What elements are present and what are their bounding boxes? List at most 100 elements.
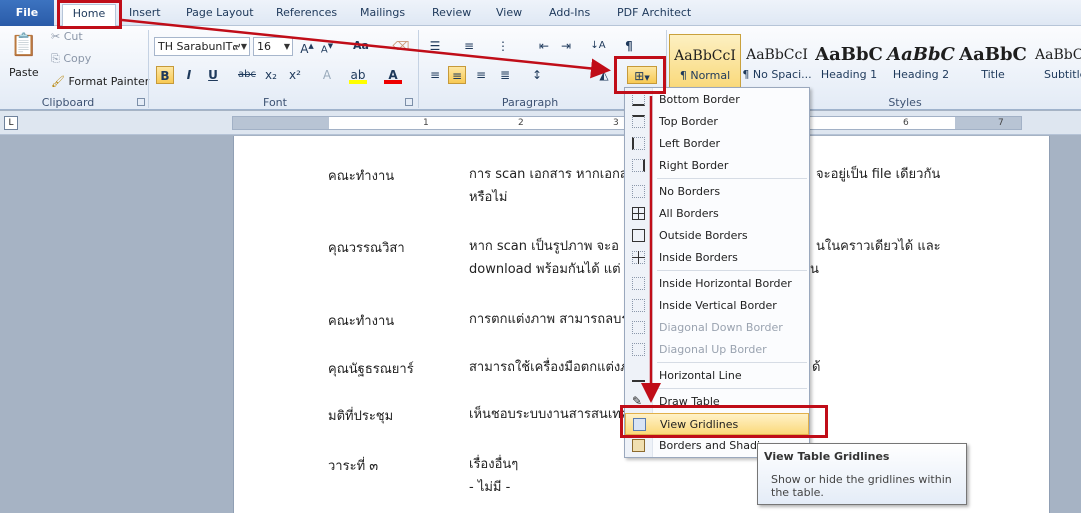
- change-case-icon[interactable]: Aa: [352, 37, 370, 55]
- menu-item-inside-vertical-border[interactable]: Inside Vertical Border: [625, 295, 809, 317]
- align-center-icon[interactable]: ≡: [448, 66, 466, 84]
- style-name: ¶ No Spaci...: [742, 68, 812, 81]
- style-sample: AaBbC: [887, 44, 955, 65]
- menu-item-inside-borders[interactable]: Inside Borders: [625, 247, 809, 269]
- paste-button[interactable]: Paste: [9, 66, 39, 79]
- style-heading-1[interactable]: AaBbC Heading 1: [813, 34, 885, 89]
- doc-row-1-left: คณะทำงาน: [328, 169, 395, 184]
- style-name: Subtitle: [1044, 68, 1081, 81]
- menu-item-diagonal-up-border[interactable]: Diagonal Up Border: [625, 339, 809, 361]
- tab-insert[interactable]: Insert: [129, 4, 161, 24]
- numbering-icon[interactable]: ≡: [460, 37, 478, 55]
- chevron-down-icon: ▼: [283, 42, 290, 51]
- style-normal[interactable]: AaBbCcI ¶ Normal: [669, 34, 741, 89]
- tab-mailings[interactable]: Mailings: [360, 4, 405, 24]
- copy-label: Copy: [63, 52, 92, 65]
- menu-item-top-border[interactable]: Top Border: [625, 111, 809, 133]
- shading-bucket-icon[interactable]: ◭: [595, 66, 613, 84]
- diagonal-up-border-icon: [632, 343, 645, 356]
- text-effects-icon[interactable]: A: [318, 66, 336, 84]
- style-name: Heading 1: [820, 68, 878, 81]
- menu-item-label: All Borders: [659, 207, 719, 220]
- ruler-bar: L 1 2 3 4 5 6 7: [0, 111, 1081, 135]
- menu-item-label: Left Border: [659, 137, 721, 150]
- subscript-button[interactable]: x₂: [262, 66, 280, 84]
- copy-icon: ⎘: [51, 52, 60, 65]
- ribbon-home: 📋 Paste ✂ Cut ⎘ Copy 🖌 Format Painter Cl…: [0, 26, 1081, 110]
- tab-page-layout[interactable]: Page Layout: [186, 4, 254, 24]
- tab-pdf-architect[interactable]: PDF Architect: [617, 4, 691, 24]
- style-heading-2[interactable]: AaBbC Heading 2: [885, 34, 957, 89]
- doc-row-6-right: เรื่องอื่นๆ - ไม่มี -: [469, 453, 518, 499]
- format-painter-label: Format Painter: [68, 75, 150, 88]
- bullets-icon[interactable]: ☰: [426, 37, 444, 55]
- ribbon-tab-bar: File Home Insert Page Layout References …: [0, 0, 1081, 27]
- menu-item-label: Inside Horizontal Border: [659, 277, 792, 290]
- font-launcher-icon[interactable]: [405, 98, 413, 106]
- menu-item-no-borders[interactable]: No Borders: [625, 181, 809, 203]
- menu-item-horizontal-line[interactable]: Horizontal Line: [625, 365, 809, 387]
- font-color-icon[interactable]: A: [384, 66, 402, 84]
- clear-formatting-icon[interactable]: ⌫: [392, 37, 410, 55]
- menu-item-outside-borders[interactable]: Outside Borders: [625, 225, 809, 247]
- style-title[interactable]: AaBbC Title: [957, 34, 1029, 89]
- font-size-value: 16: [257, 40, 271, 53]
- ruler-margin-right: [955, 117, 1021, 129]
- font-name-select[interactable]: TH SarabunIT๙ ▼: [154, 37, 250, 56]
- style-subtitle[interactable]: AaBbC Subtitle: [1029, 34, 1081, 89]
- menu-item-right-border[interactable]: Right Border: [625, 155, 809, 177]
- doc-row-5-left: มติที่ประชุม: [328, 409, 394, 424]
- group-separator: [418, 30, 419, 108]
- tab-references[interactable]: References: [276, 4, 337, 24]
- cut-button[interactable]: ✂ Cut: [51, 30, 83, 43]
- justify-icon[interactable]: ≣: [496, 66, 514, 84]
- doc-row-6-left: วาระที่ ๓: [328, 459, 379, 474]
- bold-button[interactable]: B: [156, 66, 174, 84]
- align-right-icon[interactable]: ≡: [472, 66, 490, 84]
- doc-row-5-right: เห็นชอบระบบงานสารสนเทศ: [469, 407, 630, 422]
- doc-row-3-right: การตกแต่งภาพ สามารถลบร: [469, 312, 629, 327]
- paragraph-group-label: Paragraph: [501, 96, 559, 109]
- menu-separator: [657, 388, 807, 389]
- strikethrough-button[interactable]: abc: [238, 66, 256, 84]
- clipboard-group-label: Clipboard: [41, 96, 95, 109]
- doc-text-line: การ scan เอกสาร หากเอกส: [469, 167, 628, 182]
- superscript-button[interactable]: x²: [286, 66, 304, 84]
- no-borders-icon: [632, 185, 645, 198]
- italic-button[interactable]: I: [180, 66, 198, 84]
- cut-label: Cut: [63, 30, 83, 43]
- grow-font-icon[interactable]: A▲: [298, 37, 316, 56]
- format-painter-button[interactable]: 🖌 Format Painter: [51, 75, 149, 88]
- multilevel-list-icon[interactable]: ⋮: [494, 37, 512, 55]
- tab-review[interactable]: Review: [432, 4, 471, 24]
- menu-item-label: Inside Vertical Border: [659, 299, 777, 312]
- doc-row-2-left: คุณวรรณวิสา: [328, 241, 405, 256]
- style-no-spacing[interactable]: AaBbCcI ¶ No Spaci...: [741, 34, 813, 89]
- highlight-color-icon[interactable]: ab: [349, 66, 367, 84]
- chevron-down-icon: ▼: [240, 42, 247, 51]
- increase-indent-icon[interactable]: ⇥: [557, 37, 575, 55]
- decrease-indent-icon[interactable]: ⇤: [535, 37, 553, 55]
- align-left-icon[interactable]: ≡: [426, 66, 444, 84]
- tab-stop-selector[interactable]: L: [4, 116, 18, 130]
- style-sample: AaBbCcI: [746, 47, 808, 63]
- menu-item-inside-horizontal-border[interactable]: Inside Horizontal Border: [625, 273, 809, 295]
- clipboard-launcher-icon[interactable]: [137, 98, 145, 106]
- tab-file[interactable]: File: [0, 0, 54, 26]
- font-size-select[interactable]: 16 ▼: [253, 37, 293, 56]
- underline-button[interactable]: U: [204, 66, 222, 84]
- shrink-font-icon[interactable]: A▼: [318, 37, 336, 55]
- menu-item-left-border[interactable]: Left Border: [625, 133, 809, 155]
- menu-item-all-borders[interactable]: All Borders: [625, 203, 809, 225]
- line-spacing-icon[interactable]: ↕: [528, 66, 546, 84]
- pilcrow-icon[interactable]: ¶: [620, 37, 638, 55]
- gridlines-tooltip: View Table Gridlines Show or hide the gr…: [757, 443, 967, 505]
- menu-item-label: Right Border: [659, 159, 729, 172]
- diagonal-down-border-icon: [632, 321, 645, 334]
- menu-item-diagonal-down-border[interactable]: Diagonal Down Border: [625, 317, 809, 339]
- sort-icon[interactable]: ↓A: [589, 37, 607, 55]
- paste-icon[interactable]: 📋: [10, 30, 37, 62]
- tab-add-ins[interactable]: Add-Ins: [549, 4, 590, 24]
- copy-button[interactable]: ⎘ Copy: [51, 52, 91, 66]
- tab-view[interactable]: View: [496, 4, 522, 24]
